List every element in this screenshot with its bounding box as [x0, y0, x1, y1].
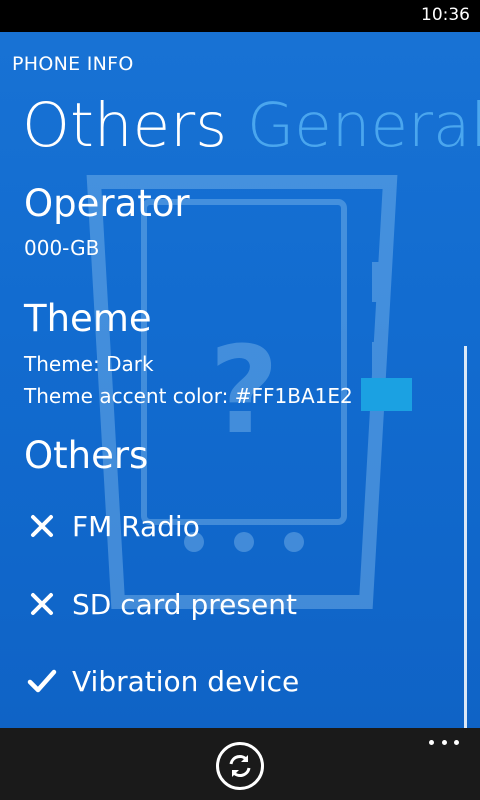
status-bar: 10:36 — [0, 0, 480, 32]
cross-icon — [24, 508, 60, 544]
pivot-item-others[interactable]: Others — [22, 90, 227, 161]
theme-value: Theme: Dark — [24, 352, 154, 376]
accent-color-value: Theme accent color: #FF1BA1E2 — [24, 384, 353, 408]
theme-heading: Theme — [24, 297, 152, 340]
others-heading: Others — [24, 434, 149, 477]
pivot-headers: Others General — [22, 90, 480, 162]
feature-item-vibration: Vibration device — [24, 663, 299, 699]
cross-icon — [24, 586, 60, 622]
operator-value: 000-GB — [24, 236, 100, 260]
clock: 10:36 — [421, 5, 470, 25]
check-icon — [24, 663, 60, 699]
feature-item-fm-radio: FM Radio — [24, 508, 200, 544]
accent-color-swatch — [361, 378, 412, 411]
feature-label: Vibration device — [72, 664, 300, 698]
more-icon — [429, 740, 434, 745]
application-bar — [0, 728, 480, 800]
pivot-page[interactable]: ? PHONE INFO Others General Operator 000-… — [0, 32, 480, 728]
feature-label: FM Radio — [72, 509, 200, 543]
pivot-item-general[interactable]: General — [247, 90, 480, 161]
feature-label: SD card present — [72, 587, 297, 621]
app-title: PHONE INFO — [12, 53, 134, 75]
scrollbar[interactable] — [464, 346, 467, 728]
feature-item-sd-card: SD card present — [24, 586, 297, 622]
refresh-button[interactable] — [216, 742, 264, 790]
more-options-button[interactable] — [429, 740, 459, 750]
operator-heading: Operator — [24, 182, 190, 225]
refresh-icon — [229, 755, 251, 777]
